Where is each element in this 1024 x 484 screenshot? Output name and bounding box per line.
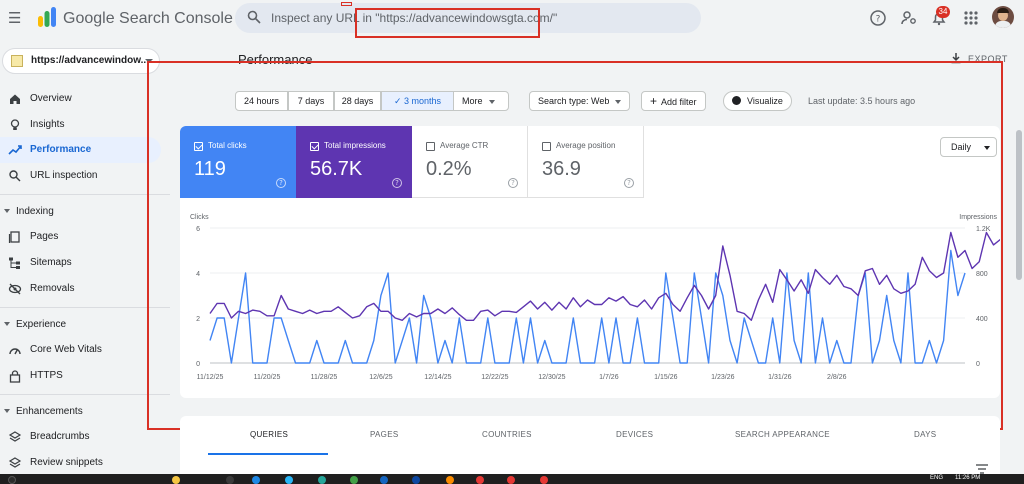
sidebar-item-label: Core Web Vitals (30, 344, 102, 355)
tab-pages[interactable]: PAGES (370, 430, 398, 439)
scrollbar[interactable] (1016, 130, 1022, 280)
dimension-tabs: QUERIES PAGES COUNTRIES DEVICES SEARCH A… (180, 416, 1000, 478)
clock[interactable]: 11:26 PM (955, 475, 980, 481)
top-app-bar: ☰ Google Search Console ? 34 (0, 0, 1024, 38)
taskbar-app-icon[interactable] (252, 476, 260, 484)
sidebar-item-label: URL inspection (30, 170, 98, 181)
divider (0, 194, 170, 195)
tab-queries[interactable]: QUERIES (250, 430, 288, 439)
svg-text:?: ? (876, 15, 881, 25)
taskbar-app-icon[interactable] (540, 476, 548, 484)
home-icon (10, 94, 20, 104)
property-selector[interactable]: https://advancewindow... (2, 48, 160, 74)
search-console-logo (38, 7, 56, 27)
sidebar-item-breadcrumbs[interactable]: Breadcrumbs (0, 424, 161, 450)
divider (0, 394, 170, 395)
lightbulb-icon (10, 119, 20, 130)
sitemap-icon (9, 257, 20, 269)
sidebar-item-label: Pages (30, 231, 59, 242)
sidebar-item-insights[interactable]: Insights (0, 112, 161, 138)
language-indicator[interactable]: ENG (930, 475, 943, 481)
sidebar-item-pages[interactable]: Pages (0, 224, 161, 250)
taskbar-app-icon[interactable] (226, 476, 234, 484)
sidebar-item-sitemaps[interactable]: Sitemaps (0, 250, 161, 276)
section-enhancements[interactable]: Enhancements (4, 406, 83, 417)
taskbar-app-icon[interactable] (446, 476, 454, 484)
apps-grid-icon[interactable] (962, 9, 980, 27)
tab-countries[interactable]: COUNTRIES (482, 430, 532, 439)
sidebar-item-label: Sitemaps (30, 257, 72, 268)
annotation-mark (341, 2, 352, 6)
tab-search-appearance[interactable]: SEARCH APPEARANCE (735, 430, 830, 439)
taskbar-app-icon[interactable] (285, 476, 293, 484)
menu-icon[interactable]: ☰ (8, 11, 21, 26)
tab-days[interactable]: DAYS (914, 430, 936, 439)
active-tab-indicator (208, 453, 328, 455)
windows-start-icon[interactable] (8, 476, 16, 484)
annotation-box-url (355, 8, 540, 38)
sidebar-item-core-web-vitals[interactable]: Core Web Vitals (0, 337, 161, 363)
sidebar-item-overview[interactable]: Overview (0, 86, 161, 112)
chrome-icon[interactable] (507, 476, 515, 484)
property-favicon (11, 55, 23, 67)
taskbar-app-icon[interactable] (476, 476, 484, 484)
layers-icon (8, 431, 22, 442)
property-name: https://advancewindow... (31, 55, 149, 66)
search-icon (9, 170, 21, 182)
manage-users-icon[interactable] (900, 9, 918, 27)
sidebar-item-label: Removals (30, 283, 75, 294)
pages-icon (8, 231, 20, 243)
sidebar-item-review-snippets[interactable]: Review snippets (0, 450, 161, 476)
app-title: Google Search Console (63, 10, 233, 27)
help-icon[interactable]: ? (869, 9, 887, 27)
divider (0, 307, 170, 308)
sidebar-item-https[interactable]: HTTPS (0, 363, 161, 389)
section-experience[interactable]: Experience (4, 319, 66, 330)
visibility-off-icon (8, 283, 22, 295)
lock-icon (9, 370, 21, 383)
section-indexing[interactable]: Indexing (4, 206, 54, 217)
taskbar-app-icon[interactable] (350, 476, 358, 484)
layers-icon (8, 457, 22, 468)
account-avatar[interactable] (992, 6, 1014, 28)
sidebar-item-label: Review snippets (30, 457, 103, 468)
notification-badge: 34 (936, 6, 950, 18)
sidebar-item-performance[interactable]: Performance (0, 137, 161, 163)
os-taskbar: ENG 11:26 PM (0, 474, 1024, 484)
sidebar: https://advancewindow... Overview Insigh… (0, 38, 170, 484)
speed-icon (9, 348, 21, 355)
weather-icon[interactable] (172, 476, 180, 484)
taskbar-app-icon[interactable] (380, 476, 388, 484)
sidebar-item-label: HTTPS (30, 370, 63, 381)
sidebar-item-label: Breadcrumbs (30, 431, 90, 442)
sidebar-item-removals[interactable]: Removals (0, 276, 161, 302)
taskbar-app-icon[interactable] (412, 476, 420, 484)
tab-devices[interactable]: DEVICES (616, 430, 653, 439)
filter-list-icon[interactable] (976, 464, 988, 474)
sidebar-item-label: Performance (30, 144, 92, 155)
taskbar-app-icon[interactable] (318, 476, 326, 484)
sidebar-item-label: Overview (30, 93, 72, 104)
sidebar-item-url-inspection[interactable]: URL inspection (0, 163, 161, 189)
search-icon (247, 10, 261, 24)
sidebar-item-label: Insights (30, 119, 65, 130)
annotation-box-chart (147, 61, 1003, 430)
trending-icon (8, 145, 22, 155)
